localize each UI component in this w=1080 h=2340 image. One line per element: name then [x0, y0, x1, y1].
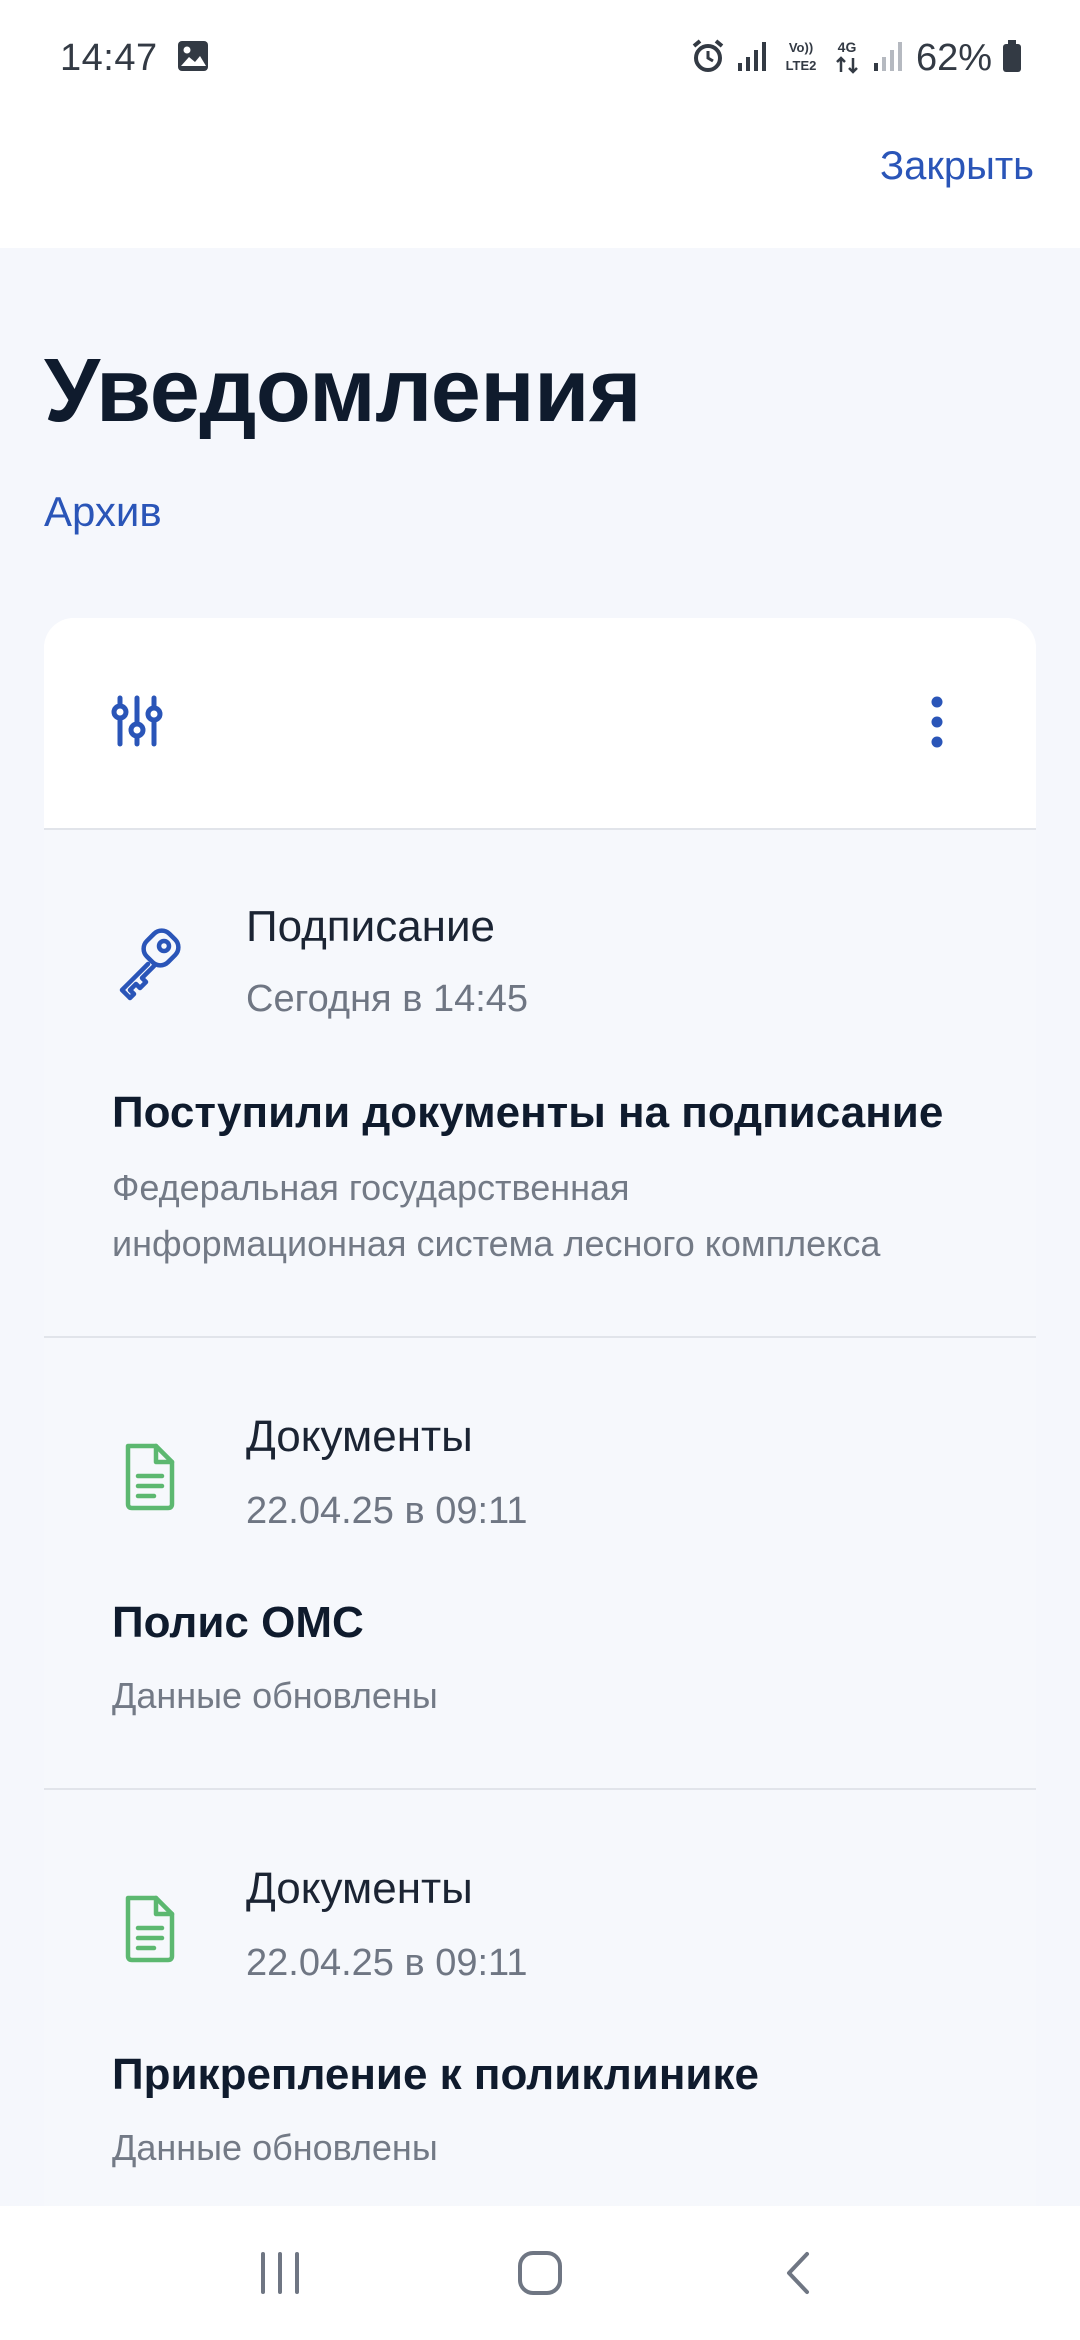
document-icon	[112, 1890, 188, 1966]
back-icon	[787, 2252, 809, 2294]
home-button[interactable]	[500, 2233, 580, 2313]
battery-icon	[1002, 39, 1022, 78]
status-bar: 14:47 Vo)) LTE2 4G 62%	[0, 0, 1080, 116]
notification-body: Данные обновлены	[112, 2120, 996, 2176]
notification-title: Прикрепление к поликлинике	[112, 2050, 759, 2099]
notification-title: Полис ОМС	[112, 1598, 364, 1647]
recent-apps-icon	[261, 2252, 299, 2294]
home-icon	[518, 2251, 562, 2295]
close-button[interactable]: Закрыть	[880, 144, 1034, 189]
svg-text:LTE2: LTE2	[786, 58, 817, 73]
svg-text:4G: 4G	[838, 39, 857, 55]
notification-item[interactable]: Документы 22.04.25 в 09:11 Прикрепление …	[44, 1790, 1036, 2206]
notification-time: 22.04.25 в 09:11	[246, 1942, 528, 1984]
notification-item[interactable]: Документы 22.04.25 в 09:11 Полис ОМС Дан…	[44, 1338, 1036, 1790]
notification-category: Документы	[246, 1412, 473, 1461]
notification-time: Сегодня в 14:45	[246, 978, 529, 1020]
notification-category: Документы	[246, 1864, 473, 1913]
notification-body: Данные обновлены	[112, 1668, 996, 1724]
svg-text:Vo)): Vo))	[789, 40, 813, 55]
document-icon	[112, 1438, 188, 1514]
notification-body: Федеральная государственная информационн…	[112, 1160, 996, 1272]
signal-icon	[736, 39, 770, 78]
notification-body-line: Данные обновлены	[112, 1675, 438, 1716]
top-bar: Закрыть	[0, 116, 1080, 248]
4g-icon: 4G	[832, 38, 862, 79]
alarm-icon	[690, 38, 726, 79]
page-title: Уведомления	[44, 341, 642, 441]
archive-link[interactable]: Архив	[44, 488, 162, 536]
battery-percent: 62%	[915, 36, 992, 79]
filter-button[interactable]	[106, 690, 168, 752]
more-vertical-icon	[931, 696, 943, 748]
recent-apps-button[interactable]	[240, 2233, 320, 2313]
card-toolbar	[44, 618, 1036, 830]
sliders-icon	[111, 695, 163, 747]
notification-item[interactable]: Подписание Сегодня в 14:45 Поступили док…	[44, 830, 1036, 1338]
more-button[interactable]	[922, 692, 952, 752]
notifications-card: Подписание Сегодня в 14:45 Поступили док…	[44, 618, 1036, 2206]
notification-title: Поступили документы на подписание	[112, 1088, 944, 1137]
main-content: Уведомления Архив Подписание Сегодня в 1…	[0, 248, 1080, 2206]
key-icon	[112, 926, 188, 1002]
signal-icon	[872, 39, 906, 78]
back-button[interactable]	[760, 2233, 840, 2313]
system-nav-bar	[0, 2206, 1080, 2340]
notification-body-line: Данные обновлены	[112, 2127, 438, 2168]
notification-body-line: Федеральная государственная	[112, 1167, 630, 1208]
volte-icon: Vo)) LTE2	[780, 38, 822, 79]
notification-body-line: информационная система лесного комплекса	[112, 1223, 881, 1264]
notification-category: Подписание	[246, 902, 496, 951]
gallery-icon	[176, 39, 210, 78]
notification-time: 22.04.25 в 09:11	[246, 1490, 528, 1532]
status-time: 14:47	[60, 36, 158, 79]
